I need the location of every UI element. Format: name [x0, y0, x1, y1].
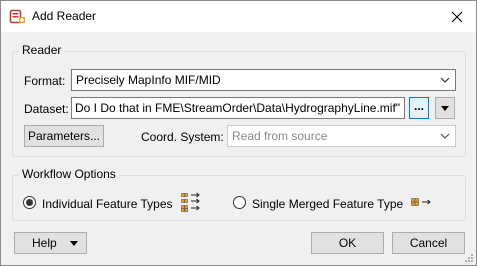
dialog-title: Add Reader	[32, 9, 97, 23]
chevron-down-icon	[440, 77, 450, 83]
parameters-label: Parameters...	[27, 129, 101, 143]
coord-system-label: Coord. System:	[141, 130, 224, 144]
format-value: Precisely MapInfo MIF/MID	[76, 73, 221, 87]
single-merged-feature-type-label[interactable]: Single Merged Feature Type	[252, 197, 403, 211]
help-label: Help	[32, 236, 57, 250]
dataset-menu-button[interactable]	[435, 97, 455, 119]
coord-system-placeholder: Read from source	[232, 129, 328, 143]
ok-button[interactable]: OK	[311, 232, 384, 254]
browse-label: ...	[413, 99, 424, 113]
ok-label: OK	[338, 236, 357, 250]
triangle-down-icon	[70, 241, 78, 246]
individual-feature-types-radio[interactable]	[23, 196, 36, 209]
close-button[interactable]	[438, 1, 476, 32]
chevron-down-icon	[440, 133, 450, 139]
dataset-value: Do I Do that in FME\StreamOrder\Data\Hyd…	[75, 101, 401, 115]
single-merged-feature-type-radio[interactable]	[233, 196, 246, 209]
individual-feature-types-icon	[181, 192, 200, 212]
browse-button[interactable]: ...	[409, 97, 429, 119]
title-bar: Add Reader	[1, 1, 476, 32]
add-reader-dialog: Add Reader Reader Format: Precisely MapI…	[0, 0, 477, 266]
format-select[interactable]: Precisely MapInfo MIF/MID	[71, 69, 456, 91]
cancel-label: Cancel	[409, 236, 448, 250]
help-button[interactable]: Help	[14, 232, 87, 254]
format-label: Format:	[24, 74, 66, 88]
workflow-options-title: Workflow Options	[19, 167, 119, 181]
reader-group-title: Reader	[19, 43, 65, 57]
triangle-down-icon	[441, 106, 449, 111]
parameters-button[interactable]: Parameters...	[24, 125, 104, 147]
fme-reader-icon	[9, 9, 25, 24]
coord-system-select[interactable]: Read from source	[227, 125, 456, 147]
resize-grip-icon[interactable]	[464, 253, 474, 263]
single-merged-feature-type-icon	[411, 198, 431, 206]
dataset-field[interactable]: Do I Do that in FME\StreamOrder\Data\Hyd…	[71, 97, 405, 119]
cancel-button[interactable]: Cancel	[392, 232, 465, 254]
close-icon	[451, 11, 463, 22]
individual-feature-types-label[interactable]: Individual Feature Types	[42, 197, 173, 211]
dataset-label: Dataset:	[24, 102, 69, 116]
